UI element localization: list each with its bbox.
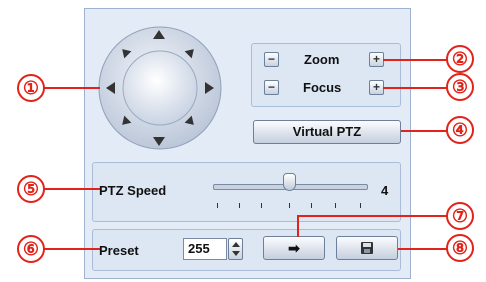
speed-tick xyxy=(311,203,312,208)
callout-7: ⑦ xyxy=(446,202,474,230)
focus-label: Focus xyxy=(303,80,342,95)
save-preset-button[interactable] xyxy=(336,236,398,260)
preset-spinner[interactable] xyxy=(228,238,243,260)
speed-slider-thumb[interactable] xyxy=(283,173,296,191)
callout-8-leader xyxy=(398,248,449,250)
callout-8: ⑧ xyxy=(446,234,474,262)
spinner-up-icon[interactable] xyxy=(232,242,240,247)
callout-6-leader xyxy=(44,248,100,250)
callout-2-leader xyxy=(383,59,449,61)
speed-tick xyxy=(217,203,218,208)
pan-right-arrow-icon[interactable] xyxy=(205,82,214,94)
focus-far-button[interactable]: + xyxy=(369,80,384,95)
callout-6: ⑥ xyxy=(17,235,45,263)
pan-down-arrow-icon[interactable] xyxy=(153,137,165,146)
ptz-speed-label: PTZ Speed xyxy=(99,183,167,198)
callout-7-leader xyxy=(298,215,450,217)
speed-tick xyxy=(261,203,262,208)
virtual-ptz-button[interactable]: Virtual PTZ xyxy=(253,120,401,144)
floppy-label-area xyxy=(363,243,371,247)
zoom-out-button[interactable]: − xyxy=(264,52,279,67)
speed-tick xyxy=(335,203,336,208)
focus-near-button[interactable]: − xyxy=(264,80,279,95)
pan-left-arrow-icon[interactable] xyxy=(106,82,115,94)
speed-tick xyxy=(360,203,361,208)
callout-5-leader xyxy=(44,188,100,190)
callout-4: ④ xyxy=(446,116,474,144)
speed-tick xyxy=(289,203,290,208)
pan-up-arrow-icon[interactable] xyxy=(153,30,165,39)
arrow-right-icon: ➡ xyxy=(288,240,300,256)
floppy-disk-icon xyxy=(361,242,373,254)
callout-3: ③ xyxy=(446,73,474,101)
zoom-label: Zoom xyxy=(304,52,340,67)
speed-tick xyxy=(239,203,240,208)
callout-5: ⑤ xyxy=(17,175,45,203)
callout-1-leader xyxy=(44,87,100,89)
spinner-down-icon[interactable] xyxy=(232,251,240,256)
go-to-preset-button[interactable]: ➡ xyxy=(263,236,325,260)
callout-7-leader-vertical xyxy=(297,215,299,237)
callout-1: ① xyxy=(17,74,45,102)
floppy-shutter xyxy=(364,249,370,253)
preset-label: Preset xyxy=(99,243,139,258)
zoom-in-button[interactable]: + xyxy=(369,52,384,67)
preset-number-input[interactable]: 255 xyxy=(183,238,227,260)
callout-3-leader xyxy=(383,87,449,89)
callout-4-leader xyxy=(401,130,449,132)
callout-2: ② xyxy=(446,45,474,73)
speed-value: 4 xyxy=(381,183,389,198)
